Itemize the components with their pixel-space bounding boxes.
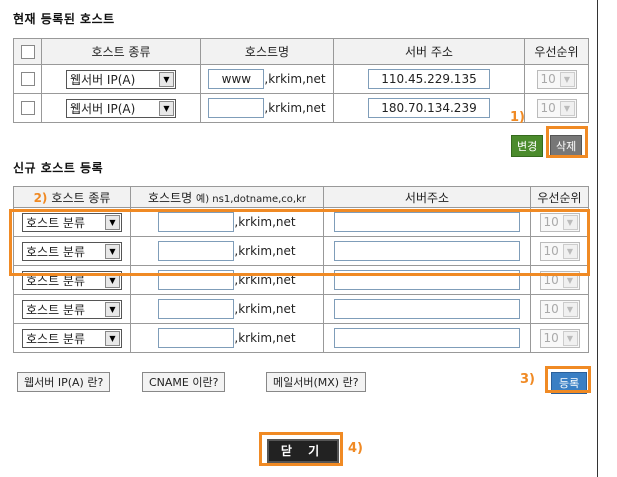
server-address-input[interactable] [334,299,520,319]
annotation-box-4 [259,432,343,466]
col-header-hostname: 호스트명 예) ns1,dotname,co,kr [130,186,324,208]
chevron-down-icon: ▼ [159,71,174,87]
hostname-input[interactable] [158,299,235,319]
table-row: 호스트 분류 ▼ ,krkim,net 10 ▼ [13,323,589,353]
table-header-row: 2) 호스트 종류 호스트명 예) ns1,dotname,co,kr 서버주소 … [13,186,589,208]
edit-button[interactable]: 변경 [511,135,544,157]
chevron-down-icon: ▼ [562,301,578,317]
priority-select[interactable]: 10 ▼ [539,328,580,348]
col-header-server: 서버주소 [323,186,531,208]
new-hosts-title: 신규 호스트 등록 [13,161,104,175]
annotation-3: 3) [520,372,535,387]
hostname-input[interactable] [158,328,235,348]
hostname-input[interactable]: www [208,69,265,89]
col-header-type: 호스트 종류 [41,38,201,65]
host-category-select[interactable]: 호스트 분류 ▼ [22,299,122,319]
domain-suffix: ,krkim,net [264,72,326,86]
select-all-cell [13,38,42,65]
mail-server-mx-help-button[interactable]: 메일서버(MX) 란? [266,372,366,392]
domain-suffix: ,krkim,net [234,331,296,345]
host-category-select[interactable]: 호스트 분류 ▼ [22,328,122,348]
current-hosts-title: 현재 등록된 호스트 [13,12,115,26]
domain-suffix: ,krkim,net [234,302,296,316]
table-row: 웹서버 IP(A) ▼ www ,krkim,net 110.45.229.135 … [13,64,589,94]
server-address-input[interactable]: 110.45.229.135 [368,69,490,89]
host-type-select[interactable]: 웹서버 IP(A) ▼ [66,69,176,89]
hostname-input[interactable] [208,98,265,118]
col-header-server: 서버 주소 [333,38,525,65]
table-row: 웹서버 IP(A) ▼ ,krkim,net 180.70.134.239 10 ▼ [13,93,589,123]
table-row: 호스트 분류 ▼ ,krkim,net 10 ▼ [13,294,589,324]
server-address-input[interactable] [334,328,520,348]
select-all-checkbox[interactable] [20,44,35,59]
annotation-1: 1) [510,110,525,125]
col-header-priority: 우선순위 [530,186,589,208]
priority-select[interactable]: 10 ▼ [536,69,577,89]
row-checkbox[interactable] [20,72,35,87]
col-header-hostname: 호스트명 [200,38,334,65]
chevron-down-icon: ▼ [159,100,174,116]
annotation-2: 2) [33,190,48,205]
table-header-row: 호스트 종류 호스트명 서버 주소 우선순위 [13,38,589,65]
row-checkbox[interactable] [20,101,35,116]
chevron-down-icon: ▼ [559,71,575,87]
col-header-priority: 우선순위 [524,38,589,65]
annotation-box-2 [9,209,590,276]
annotation-box-3 [545,366,591,393]
chevron-down-icon: ▼ [105,330,120,346]
host-type-select[interactable]: 웹서버 IP(A) ▼ [66,98,176,118]
domain-suffix: ,krkim,net [264,101,326,115]
current-hosts-table: 호스트 종류 호스트명 서버 주소 우선순위 웹서버 IP(A) ▼ www ,kr… [13,38,589,123]
cname-help-button[interactable]: CNAME 이란? [142,372,226,392]
priority-select[interactable]: 10 ▼ [536,98,577,118]
annotation-box-1 [546,126,588,158]
col-header-type: 2) 호스트 종류 [13,186,131,208]
chevron-down-icon: ▼ [105,301,120,317]
chevron-down-icon: ▼ [559,100,575,116]
priority-select[interactable]: 10 ▼ [539,299,580,319]
chevron-down-icon: ▼ [562,330,578,346]
server-address-input[interactable]: 180.70.134.239 [368,98,490,118]
web-server-ip-help-button[interactable]: 웹서버 IP(A) 란? [17,372,111,392]
annotation-4: 4) [348,441,363,456]
